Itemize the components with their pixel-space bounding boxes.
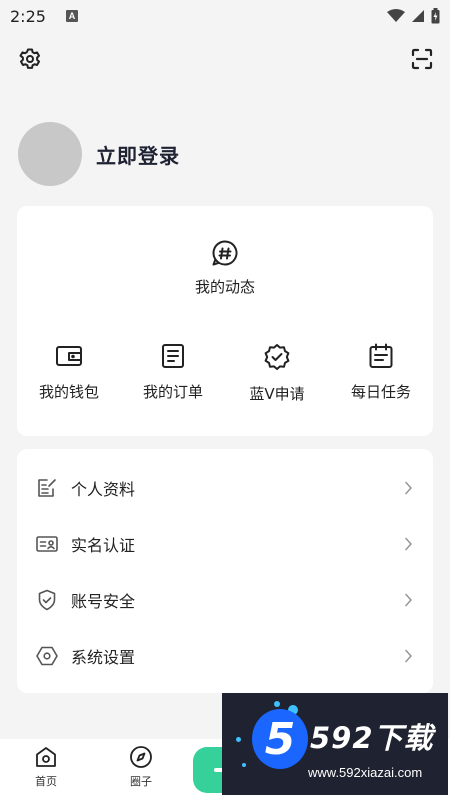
menu-item-label: 账号安全 [71,592,136,611]
watermark-title: 592下载 [310,721,434,755]
verified-badge-icon [264,344,290,370]
gear-icon [19,48,40,69]
my-feed-button[interactable]: 我的动态 [17,240,433,297]
actions-card: 我的动态 我的钱包 我的订单 蓝V申请 每日任务 [17,206,433,436]
watermark-logo: 5 [252,709,308,769]
menu-item-label: 系统设置 [71,648,136,667]
quick-action-label: 我的钱包 [38,383,99,401]
chevron-right-icon [404,593,413,607]
order-list-icon [162,344,184,368]
quick-action-label: 我的订单 [142,383,203,401]
tab-circle[interactable]: 圈子 [119,745,163,789]
settings-menu-card: 个人资料 实名认证 账号安全 系统设置 [17,449,433,693]
calendar-task-icon [369,343,393,368]
tab-home-label: 首页 [35,775,57,788]
watermark-url: www.592xiazai.com [308,765,423,780]
wifi-icon [387,9,405,22]
menu-item-profile[interactable]: 个人资料 [17,460,433,516]
scan-icon [411,48,433,70]
login-link[interactable]: 立即登录 [96,140,180,169]
chevron-right-icon [404,481,413,495]
menu-item-system-settings[interactable]: 系统设置 [17,628,433,684]
chevron-right-icon [404,537,413,551]
status-a-badge: A [65,10,78,22]
quick-action-label: 蓝V申请 [249,385,305,403]
status-bar: 2:25 A [0,0,450,32]
status-icons [387,8,440,24]
compass-icon [130,746,152,768]
hexagon-settings-icon [36,645,58,667]
quick-actions: 我的钱包 我的订单 蓝V申请 每日任务 [17,343,433,404]
menu-item-realname[interactable]: 实名认证 [17,516,433,572]
quick-action-orders[interactable]: 我的订单 [121,343,225,404]
watermark-dot [242,763,246,767]
shield-icon [36,589,58,611]
quick-action-verify[interactable]: 蓝V申请 [225,343,329,404]
menu-item-label: 个人资料 [71,480,136,499]
menu-item-label: 实名认证 [71,536,136,555]
battery-icon [431,8,440,24]
scan-button[interactable] [407,44,437,74]
avatar[interactable] [18,122,82,186]
site-watermark: 5 592下载 www.592xiazai.com [222,693,448,795]
settings-button[interactable] [15,44,45,74]
watermark-dot [236,737,241,742]
my-feed-label: 我的动态 [194,278,255,296]
chevron-right-icon [404,649,413,663]
home-icon [36,747,56,767]
watermark-dot [274,701,280,707]
profile-header[interactable]: 立即登录 [18,122,180,186]
tab-circle-label: 圈子 [130,775,152,788]
quick-action-label: 每日任务 [350,383,411,401]
hash-chat-icon [212,240,238,266]
signal-icon [412,10,424,22]
id-card-icon [36,533,58,555]
status-time: 2:25 [10,6,46,26]
edit-profile-icon [36,477,58,499]
tab-home[interactable]: 首页 [24,745,68,789]
wallet-icon [56,346,82,366]
menu-item-security[interactable]: 账号安全 [17,572,433,628]
quick-action-tasks[interactable]: 每日任务 [329,343,433,404]
quick-action-wallet[interactable]: 我的钱包 [17,343,121,404]
